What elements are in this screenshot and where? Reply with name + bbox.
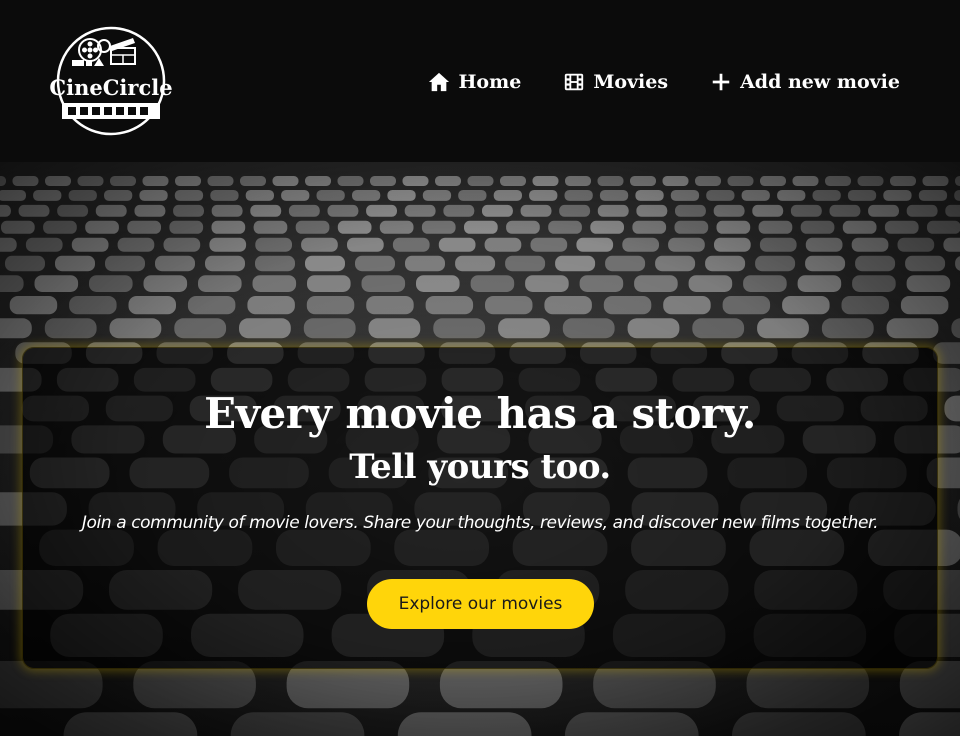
site-header: CineCircle Home Movies Add new movie bbox=[0, 0, 960, 162]
hero-title: Every movie has a story. bbox=[204, 389, 756, 438]
home-icon bbox=[429, 72, 450, 92]
nav-add-movie[interactable]: Add new movie bbox=[710, 71, 900, 93]
film-icon bbox=[565, 73, 584, 91]
plus-icon bbox=[712, 73, 730, 91]
hero-card: Every movie has a story. Tell yours too.… bbox=[22, 347, 938, 669]
hero-subtitle: Tell yours too. bbox=[349, 447, 611, 487]
nav-movies[interactable]: Movies bbox=[563, 71, 668, 93]
hero-section: Every movie has a story. Tell yours too.… bbox=[0, 162, 960, 736]
hero-description: Join a community of movie lovers. Share … bbox=[81, 513, 879, 533]
nav-add-movie-label: Add new movie bbox=[740, 71, 900, 93]
nav-home[interactable]: Home bbox=[428, 71, 521, 93]
main-nav: Home Movies Add new movie bbox=[428, 66, 900, 98]
nav-movies-label: Movies bbox=[593, 71, 669, 93]
explore-movies-button[interactable]: Explore our movies bbox=[367, 579, 594, 629]
nav-home-label: Home bbox=[458, 71, 522, 93]
logo-text: CineCircle bbox=[49, 75, 172, 100]
cinecircle-logo[interactable]: CineCircle bbox=[48, 24, 174, 138]
